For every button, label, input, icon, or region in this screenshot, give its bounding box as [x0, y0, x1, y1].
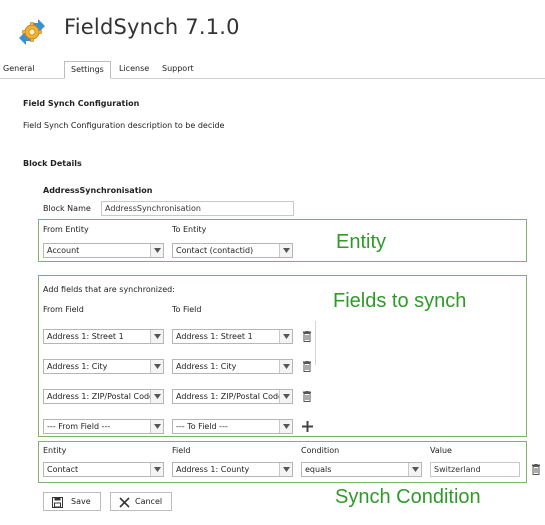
- to-entity-value: Contact (contactid): [176, 246, 254, 255]
- condition-field-value: Address 1: County: [176, 465, 250, 474]
- trash-icon[interactable]: [302, 331, 312, 342]
- block-details-heading: Block Details: [23, 159, 82, 168]
- save-label: Save: [71, 497, 91, 506]
- condition-value-label: Value: [430, 446, 452, 455]
- from-field-select[interactable]: Address 1: Street 1: [43, 329, 164, 344]
- cancel-label: Cancel: [135, 497, 163, 506]
- to-field-value: Address 1: ZIP/Postal Code: [176, 392, 283, 401]
- chevron-down-icon: [279, 244, 292, 257]
- cancel-button[interactable]: Cancel: [110, 492, 172, 511]
- condition-entity-select[interactable]: Contact: [43, 462, 164, 477]
- tab-bar: General Settings License Support: [0, 59, 545, 79]
- to-field-value: Address 1: City: [176, 362, 237, 371]
- from-field-value: Address 1: ZIP/Postal Code: [47, 392, 154, 401]
- config-heading: Field Synch Configuration: [23, 99, 140, 108]
- save-button[interactable]: Save: [43, 492, 101, 511]
- tab-license[interactable]: License: [113, 61, 155, 79]
- from-entity-label: From Entity: [43, 225, 89, 234]
- to-field-select[interactable]: Address 1: Street 1: [172, 329, 293, 344]
- tab-settings[interactable]: Settings: [64, 61, 111, 79]
- to-field-label: To Field: [172, 305, 202, 314]
- chevron-down-icon: [279, 463, 292, 476]
- chevron-down-icon: [279, 390, 292, 403]
- chevron-down-icon: [279, 360, 292, 373]
- new-from-field-value: --- From Field ---: [47, 422, 111, 431]
- gear-sync-icon: [16, 18, 48, 46]
- entity-annotation: Entity: [336, 231, 387, 253]
- close-icon: [119, 497, 130, 508]
- to-field-select[interactable]: Address 1: ZIP/Postal Code: [172, 389, 293, 404]
- tab-general[interactable]: General: [0, 61, 41, 79]
- to-entity-label: To Entity: [172, 225, 207, 234]
- chevron-down-icon: [279, 330, 292, 343]
- condition-field-select[interactable]: Address 1: County: [172, 462, 293, 477]
- from-field-value: Address 1: City: [47, 362, 108, 371]
- block-name-heading: AddressSynchronisation: [43, 186, 153, 195]
- condition-condition-label: Condition: [301, 446, 340, 455]
- config-description: Field Synch Configuration description to…: [23, 121, 225, 130]
- chevron-down-icon: [150, 420, 163, 433]
- save-icon: [52, 497, 63, 508]
- new-from-field-select[interactable]: --- From Field ---: [43, 419, 164, 434]
- from-field-value: Address 1: Street 1: [47, 332, 124, 341]
- new-to-field-value: --- To Field ---: [176, 422, 228, 431]
- condition-entity-value: Contact: [47, 465, 79, 474]
- chevron-down-icon: [150, 463, 163, 476]
- from-field-select[interactable]: Address 1: ZIP/Postal Code: [43, 389, 164, 404]
- fields-annotation: Fields to synch: [333, 290, 467, 312]
- to-field-value: Address 1: Street 1: [176, 332, 253, 341]
- chevron-down-icon: [408, 463, 421, 476]
- condition-field-label: Field: [172, 446, 191, 455]
- fields-divider: [315, 321, 316, 365]
- new-to-field-select[interactable]: --- To Field ---: [172, 419, 293, 434]
- condition-annotation: Synch Condition: [335, 486, 481, 508]
- from-field-label: From Field: [43, 305, 84, 314]
- block-name-input[interactable]: AddressSynchronisation: [101, 201, 294, 216]
- from-entity-value: Account: [47, 246, 80, 255]
- condition-operator-select[interactable]: equals: [301, 462, 422, 477]
- from-entity-select[interactable]: Account: [43, 243, 164, 258]
- from-field-select[interactable]: Address 1: City: [43, 359, 164, 374]
- to-field-select[interactable]: Address 1: City: [172, 359, 293, 374]
- chevron-down-icon: [150, 330, 163, 343]
- chevron-down-icon: [150, 244, 163, 257]
- to-entity-select[interactable]: Contact (contactid): [172, 243, 293, 258]
- fields-intro: Add fields that are synchronized:: [43, 285, 175, 294]
- trash-icon[interactable]: [531, 464, 541, 475]
- condition-operator-value: equals: [305, 465, 332, 474]
- tab-support[interactable]: Support: [156, 61, 200, 79]
- condition-entity-label: Entity: [43, 446, 67, 455]
- block-name-label: Block Name: [43, 204, 91, 213]
- trash-icon[interactable]: [302, 361, 312, 372]
- condition-value-input[interactable]: Switzerland: [430, 462, 520, 477]
- chevron-down-icon: [150, 360, 163, 373]
- trash-icon[interactable]: [302, 391, 312, 402]
- chevron-down-icon: [279, 420, 292, 433]
- add-field-icon[interactable]: [302, 421, 313, 432]
- chevron-down-icon: [150, 390, 163, 403]
- app-title: FieldSynch 7.1.0: [64, 15, 240, 39]
